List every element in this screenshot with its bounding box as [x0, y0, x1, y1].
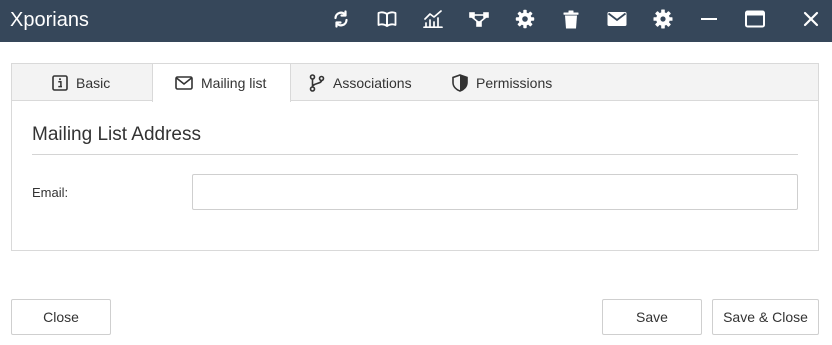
book-icon[interactable]	[373, 7, 401, 31]
mail-icon[interactable]	[603, 7, 631, 31]
close-icon[interactable]	[797, 7, 825, 31]
tab-mailing-list[interactable]: Mailing list	[152, 64, 291, 102]
workflow-icon[interactable]	[465, 7, 493, 31]
maximize-icon[interactable]	[741, 7, 769, 31]
tab-mailing-list-label: Mailing list	[201, 75, 267, 91]
tab-permissions-label: Permissions	[476, 74, 553, 91]
tab-associations[interactable]: Associations	[309, 64, 412, 101]
app-title: Xporians	[10, 9, 89, 31]
trash-icon[interactable]	[557, 7, 585, 31]
envelope-icon	[175, 76, 193, 90]
tab-basic[interactable]: Basic	[52, 64, 110, 101]
tab-strip: Basic Mailing list Associations Permissi…	[12, 64, 818, 102]
chart-icon[interactable]	[419, 7, 447, 31]
close-button[interactable]: Close	[11, 299, 111, 335]
settings-cog-icon[interactable]	[511, 7, 539, 31]
save-and-close-button[interactable]: Save & Close	[712, 299, 819, 335]
tab-permissions[interactable]: Permissions	[452, 64, 552, 101]
email-field[interactable]	[192, 174, 798, 210]
branch-icon	[309, 73, 325, 92]
email-label: Email:	[32, 185, 69, 200]
tab-basic-label: Basic	[76, 74, 111, 91]
tab-panel: Basic Mailing list Associations Permissi…	[11, 63, 819, 251]
refresh-icon[interactable]	[327, 7, 355, 31]
info-icon	[52, 74, 68, 91]
section-divider	[32, 154, 798, 155]
section-title: Mailing List Address	[32, 124, 201, 145]
title-bar: Xporians	[0, 0, 832, 42]
save-button[interactable]: Save	[602, 299, 702, 335]
shield-icon	[452, 73, 468, 92]
minimize-icon[interactable]	[695, 7, 723, 31]
tab-associations-label: Associations	[333, 74, 412, 91]
gear-icon[interactable]	[649, 7, 677, 31]
